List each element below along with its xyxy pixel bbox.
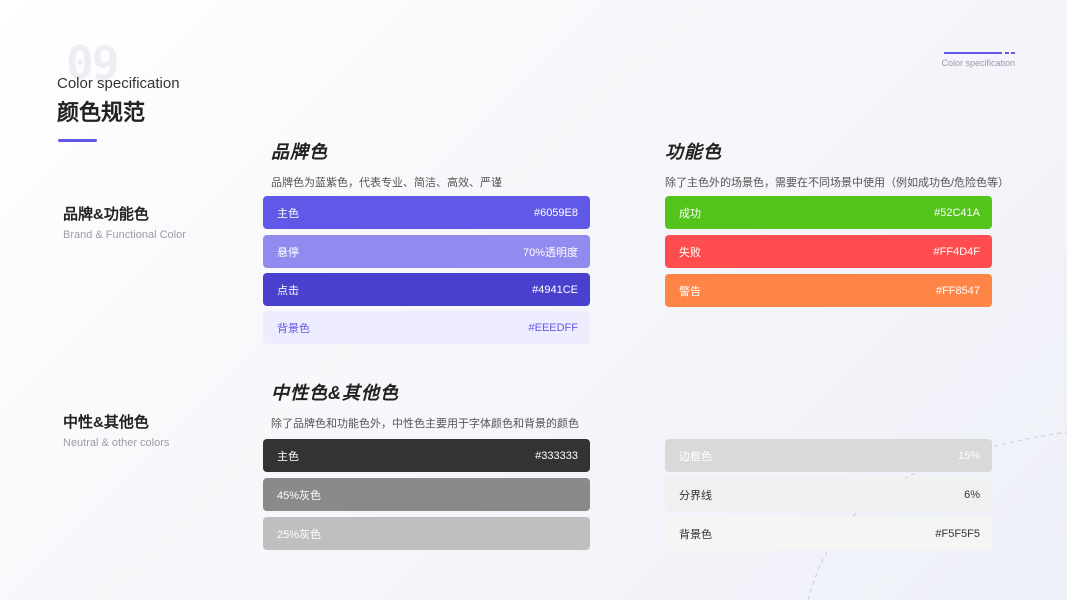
swatch-warning: 警告 #FF8547 — [665, 274, 992, 307]
section-label-neutral: 中性&其他色 Neutral & other colors — [63, 411, 169, 449]
swatch-background: 背景色 #F5F5F5 — [665, 517, 992, 550]
swatch-name: 主色 — [277, 207, 299, 220]
swatch-name: 主色 — [277, 450, 299, 463]
swatch-name: 分界线 — [679, 489, 712, 502]
group-neutral: 中性色&其他色 除了品牌色和功能色外，中性色主要用于字体颜色和背景的颜色 — [271, 379, 579, 431]
swatch-value: #52C41A — [934, 206, 980, 219]
group-brand: 品牌色 品牌色为蓝紫色，代表专业、简洁、高效、严谨 — [271, 138, 502, 190]
swatch-error: 失败 #FF4D4F — [665, 235, 992, 268]
swatch-value: #EEEDFF — [528, 321, 578, 334]
corner-accent-dot — [1005, 52, 1009, 54]
swatch-name: 背景色 — [679, 528, 712, 541]
group-title: 功能色 — [665, 142, 722, 162]
swatch-brand-hover: 悬停 70%透明度 — [263, 235, 590, 268]
group-title: 中性色&其他色 — [271, 383, 399, 403]
swatch-name: 25%灰色 — [277, 528, 322, 541]
swatch-success: 成功 #52C41A — [665, 196, 992, 229]
section-title: 品牌&功能色 — [63, 206, 149, 223]
swatch-brand-primary: 主色 #6059E8 — [263, 196, 590, 229]
swatch-value: #333333 — [535, 449, 578, 462]
swatch-gray-25: 25%灰色 — [263, 517, 590, 550]
swatch-name: 悬停 — [277, 246, 299, 259]
swatch-value: #FF4D4F — [933, 245, 980, 258]
group-functional: 功能色 除了主色外的场景色，需要在不同场景中使用（例如成功色/危险色等） — [665, 138, 1009, 190]
swatch-name: 边框色 — [679, 450, 712, 463]
group-description: 除了品牌色和功能色外，中性色主要用于字体颜色和背景的颜色 — [271, 418, 579, 430]
corner-label: Color specification — [941, 58, 1015, 68]
section-subtitle: Brand & Functional Color — [63, 229, 186, 241]
group-description: 品牌色为蓝紫色，代表专业、简洁、高效、严谨 — [271, 177, 502, 189]
swatch-value: 70%透明度 — [522, 246, 578, 259]
swatch-value: 15% — [957, 449, 980, 462]
swatch-brand-active: 点击 #4941CE — [263, 273, 590, 306]
swatch-name: 成功 — [679, 207, 701, 220]
swatch-border: 边框色 15% — [665, 439, 992, 472]
swatch-value: #FF8547 — [935, 284, 980, 297]
swatch-value: #F5F5F5 — [935, 527, 980, 540]
swatch-name: 警告 — [679, 285, 701, 298]
swatch-name: 背景色 — [277, 322, 310, 335]
section-label-brand: 品牌&功能色 Brand & Functional Color — [63, 203, 186, 241]
swatch-value: #4941CE — [532, 283, 578, 296]
page-title: 颜色规范 — [57, 100, 146, 125]
corner-accent-line — [944, 52, 1002, 54]
swatch-name: 点击 — [277, 284, 299, 297]
swatch-neutral-primary: 主色 #333333 — [263, 439, 590, 472]
swatch-gray-45: 45%灰色 — [263, 478, 590, 511]
swatch-name: 45%灰色 — [277, 489, 322, 502]
section-title: 中性&其他色 — [63, 414, 149, 431]
swatch-value: #6059E8 — [533, 206, 578, 219]
title-accent-bar — [58, 139, 97, 142]
swatch-brand-background: 背景色 #EEEDFF — [263, 311, 590, 344]
section-subtitle: Neutral & other colors — [63, 437, 170, 449]
group-title: 品牌色 — [271, 142, 328, 162]
group-description: 除了主色外的场景色，需要在不同场景中使用（例如成功色/危险色等） — [665, 177, 1010, 189]
corner-accent-dot — [1011, 52, 1015, 54]
swatch-value: 6% — [964, 488, 980, 501]
swatch-name: 失败 — [679, 246, 701, 259]
swatch-divider: 分界线 6% — [665, 478, 992, 511]
page-subtitle: Color specification — [57, 75, 180, 92]
